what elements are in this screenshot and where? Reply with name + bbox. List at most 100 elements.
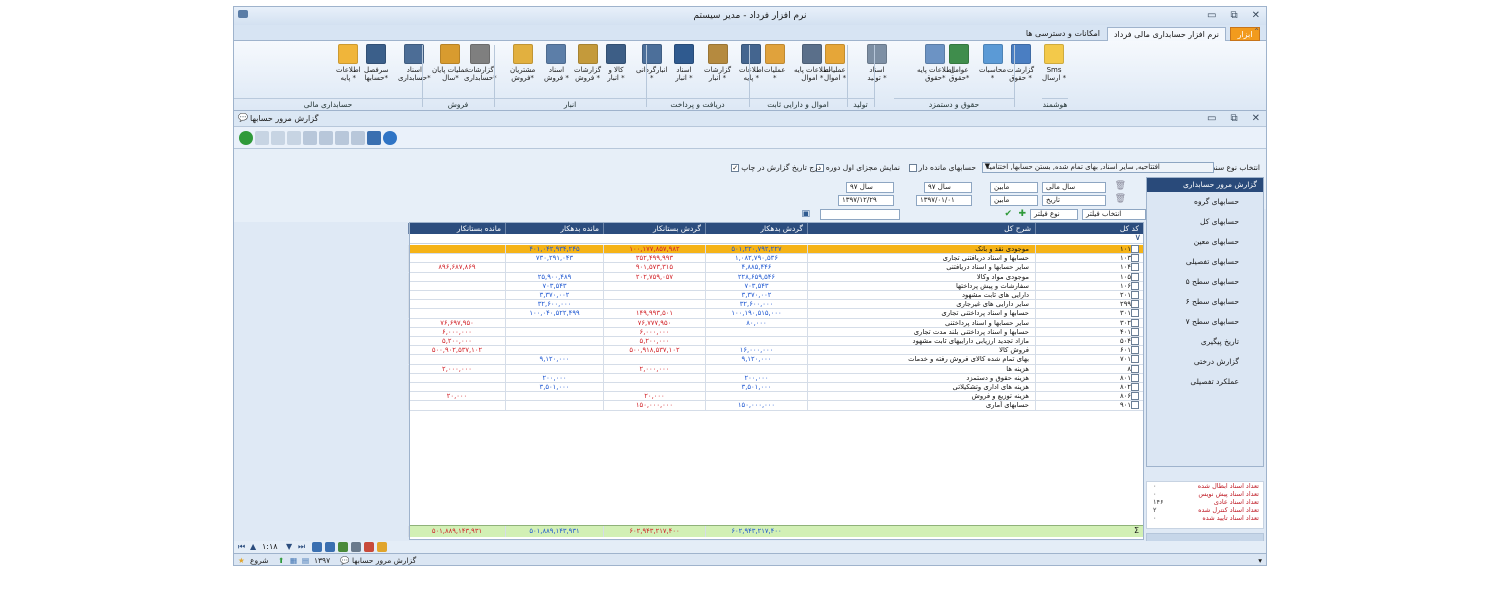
filter3-type[interactable]: نوع فیلتر xyxy=(1030,209,1078,220)
tab-access[interactable]: امکانات و دسترسی ها xyxy=(1020,27,1106,41)
side-item[interactable]: حسابهای سطح ۶ xyxy=(1147,292,1263,312)
save-icon[interactable] xyxy=(367,131,381,145)
ribbon-button-10[interactable]: گزارشات انبار * xyxy=(704,44,731,82)
ribbon-button-12[interactable]: انبارگردانی * xyxy=(636,44,668,82)
ribbon-button-9[interactable]: اطلاعاتپایه * xyxy=(739,44,764,82)
row-checkbox[interactable] xyxy=(1131,383,1139,391)
table-row[interactable]: ۷۰۱ بهای تمام شده کالای فروش رفته و خدمات… xyxy=(408,355,1143,365)
filter3-field[interactable]: انتخاب فیلتر xyxy=(1082,209,1146,220)
row-checkbox[interactable] xyxy=(1131,327,1139,336)
table-row[interactable]: ۹۰۱ حسابهای آماری ۱۵۰,۰۰۰,۰۰۰ ۱۵۰,۰۰۰,۰۰۰ xyxy=(408,401,1143,411)
table-row[interactable]: ۶۰۱ فروش کالا ۱۶,۰۰۰,۰۰۰ ۵۰۰,۹۱۸,۵۳۷,۱۰۲ ۵۰۰… xyxy=(408,346,1143,356)
ribbon-button-15[interactable]: اسناد فروش * xyxy=(544,44,569,82)
start-label[interactable]: شروع xyxy=(250,556,269,565)
system-menu-icon[interactable] xyxy=(238,10,248,18)
row-checkbox[interactable] xyxy=(1131,346,1139,355)
row-checkbox[interactable] xyxy=(1131,300,1139,309)
ribbon-button-13[interactable]: کالا و انبار * xyxy=(606,44,626,82)
table-row[interactable]: ۳۰۲ سایر حسابها و اسناد پرداختنی ۸۰,۰۰۰ ۷۶,… xyxy=(408,318,1143,328)
restore-icon[interactable]: ⧉ xyxy=(1230,7,1237,25)
copy-icon[interactable] xyxy=(271,131,285,145)
table-row[interactable]: ۱۰۱ موجودی نقد و بانک ۵۰۱,۲۲۰,۷۹۲,۲۲۷ ۱۰۰,۱… xyxy=(408,245,1143,255)
columns-icon[interactable] xyxy=(319,131,333,145)
nav-first-icon[interactable]: ⏮ xyxy=(238,542,245,552)
row-checkbox[interactable] xyxy=(1131,254,1139,263)
side-item[interactable]: عملکرد تفصیلی xyxy=(1147,372,1263,392)
table-row[interactable]: ۴۰۱ حسابها و اسناد پرداختنی بلند مدت تجار… xyxy=(408,327,1143,337)
filter2-delete-icon[interactable]: 🗑 xyxy=(1115,194,1126,204)
ribbon-button-19[interactable]: اسناد حسابداری* xyxy=(398,44,431,82)
table-row[interactable]: ۱۰۴ سایر حسابها و اسناد دریافتنی ۴,۸۸۵,۴۴۶… xyxy=(408,263,1143,273)
status-more-icon[interactable]: ▾ xyxy=(1258,556,1262,565)
row-checkbox[interactable] xyxy=(1131,401,1139,410)
active-report[interactable]: گزارش مرور حسابها xyxy=(352,556,416,565)
doc-restore-icon[interactable]: ⧉ xyxy=(1230,110,1237,128)
row-checkbox[interactable] xyxy=(1131,392,1139,401)
chart-icon[interactable] xyxy=(377,542,387,552)
filter1-to[interactable]: سال ۹۷ xyxy=(846,182,894,193)
doc-type-select[interactable]: افتتاحیه, سایر اسناد, بهای تمام شده, بست… xyxy=(982,162,1214,173)
row-checkbox[interactable] xyxy=(1131,272,1139,281)
row-checkbox[interactable] xyxy=(1131,373,1139,382)
export-icon[interactable] xyxy=(351,131,365,145)
table-row[interactable]: ۱۰۵ موجودی مواد وکالا ۲۲۸,۶۵۹,۵۴۶ ۲۰۲,۷۵۹,۰… xyxy=(408,272,1143,282)
side-item[interactable]: حسابهای معین xyxy=(1147,232,1263,252)
user-icon[interactable]: ▦ xyxy=(290,556,297,565)
row-checkbox[interactable] xyxy=(1131,309,1139,318)
new-icon[interactable] xyxy=(255,131,269,145)
ribbon-button-11[interactable]: اسناد انبار * xyxy=(674,44,694,82)
ribbon-button-14[interactable]: گزارشات فروش * xyxy=(574,44,601,82)
side-item[interactable]: حسابهای گروه xyxy=(1147,192,1263,212)
grid-icon[interactable] xyxy=(312,542,322,552)
grid-filter-icon[interactable]: ⊽ xyxy=(1134,233,1141,243)
paste-icon[interactable] xyxy=(287,131,301,145)
side-item[interactable]: گزارش درختی xyxy=(1147,352,1263,372)
ribbon-button-4[interactable]: اطلاعات پایه حقوق* xyxy=(917,44,954,82)
side-item[interactable]: حسابهای سطح ۵ xyxy=(1147,272,1263,292)
side-item[interactable]: حسابهای سطح ۷ xyxy=(1147,312,1263,332)
minimize-icon[interactable]: ▭ xyxy=(1207,7,1216,25)
row-checkbox[interactable] xyxy=(1131,291,1139,299)
opt-print-date[interactable]: ✓ درج تاریخ گزارش در چاپ xyxy=(729,163,821,173)
table-row[interactable]: ۱۰۶ سفارشات و پیش پرداختها ۷۰۳,۵۴۳ ۷۰۳,۵۴۳ xyxy=(408,281,1143,291)
ribbon-button-2[interactable]: محاسبات * xyxy=(979,44,1006,82)
column-header[interactable]: شرح کل xyxy=(807,223,1035,234)
filter1-from[interactable]: سال ۹۷ xyxy=(924,182,972,193)
doc-type-dropdown-icon[interactable]: ▼ xyxy=(985,162,990,170)
start-icon[interactable]: ★ xyxy=(238,556,245,565)
close-icon[interactable]: ✕ xyxy=(1252,7,1260,25)
row-checkbox[interactable] xyxy=(1131,318,1139,327)
layout-icon[interactable] xyxy=(335,131,349,145)
filter1-op[interactable]: مابین xyxy=(990,182,1038,193)
side-item[interactable]: تاریخ پیگیری xyxy=(1147,332,1263,352)
ribbon-button-21[interactable]: اطلاعات پایه * xyxy=(336,44,361,82)
pdf-icon[interactable] xyxy=(364,542,374,552)
doc-minimize-icon[interactable]: ▭ xyxy=(1207,110,1216,128)
doc-close-icon[interactable]: ✕ xyxy=(1252,110,1260,128)
table-row[interactable]: ۸ هزینه ها ۲,۰۰۰,۰۰۰ ۲,۰۰۰,۰۰۰ xyxy=(408,364,1143,374)
row-checkbox[interactable] xyxy=(1131,364,1139,373)
side-item[interactable]: حسابهای تفصیلی xyxy=(1147,252,1263,272)
column-header[interactable]: گردش بستانکار xyxy=(603,223,705,234)
row-checkbox[interactable] xyxy=(1131,263,1139,272)
opt-balance-accounts[interactable]: حسابهای مانده دار xyxy=(907,163,976,173)
column-header[interactable]: کد کل xyxy=(1035,223,1143,234)
ribbon-button-7[interactable]: اطلاعات پایه اموال * xyxy=(794,44,831,82)
filter2-field[interactable]: تاریخ xyxy=(1042,195,1106,206)
excel-icon[interactable] xyxy=(338,542,348,552)
grid-filter-row[interactable]: ⊽ xyxy=(410,233,1143,244)
column-header[interactable]: گردش بدهکار xyxy=(705,223,807,234)
row-checkbox[interactable] xyxy=(1131,355,1139,364)
ribbon-button-18[interactable]: عملیات پایان سال* xyxy=(432,44,469,82)
nav-last-icon[interactable]: ⏭ xyxy=(298,542,305,552)
apply-filter-icon[interactable]: ✔ xyxy=(1004,209,1012,219)
calendar-icon[interactable]: ▤ xyxy=(302,556,309,565)
filter2-op[interactable]: مابین xyxy=(990,195,1038,206)
table-row[interactable]: ۸۰۱ هزینه حقوق و دستمزد ۲۰۰,۰۰۰ ۲۰۰,۰۰۰ xyxy=(408,373,1143,383)
ribbon-button-5[interactable]: اسنادتولید * xyxy=(867,44,887,82)
add-filter-icon[interactable]: ✚ xyxy=(1018,209,1026,219)
table-row[interactable]: ۵۰۴ مازاد تجدید ارزیابی داراییهای ثابت مش… xyxy=(408,337,1143,347)
web-icon[interactable] xyxy=(383,131,397,145)
search-input[interactable] xyxy=(820,209,900,220)
side-item[interactable]: حسابهای کل xyxy=(1147,212,1263,232)
